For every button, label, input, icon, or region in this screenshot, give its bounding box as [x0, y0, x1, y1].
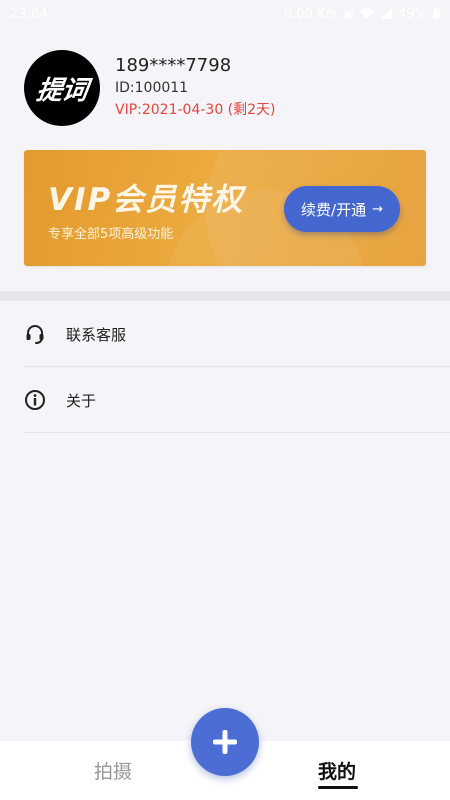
wifi-icon	[360, 8, 375, 21]
headset-icon	[24, 323, 46, 345]
section-divider	[0, 291, 450, 301]
menu-item-about[interactable]: 关于	[0, 367, 450, 433]
signal-icon	[380, 7, 393, 21]
banner-subtitle: 专享全部5项高级功能	[48, 227, 174, 242]
status-bar: 23:04 0.00 K/s ▣ 49%	[0, 0, 450, 28]
menu-item-label: 关于	[66, 391, 97, 410]
status-indicators: 0.00 K/s ▣ 49%	[284, 7, 440, 22]
user-id: ID:100011	[115, 80, 189, 96]
settings-menu: 联系客服 关于	[0, 301, 450, 433]
banner-title: VIP会员特权	[48, 182, 245, 218]
status-time: 23:04	[10, 6, 48, 22]
profile-header: 提词 189****7798 ID:100011 VIP:2021-04-30 …	[24, 48, 424, 128]
arrow-right-icon: →	[372, 201, 383, 217]
network-speed: 0.00 K/s	[283, 6, 337, 22]
profile-info: 189****7798 ID:100011 VIP:2021-04-30 (剩2…	[115, 55, 276, 121]
add-button[interactable]	[191, 708, 259, 776]
tab-shoot[interactable]: 拍摄	[70, 741, 156, 800]
info-icon	[24, 389, 46, 411]
battery-level: 49%	[398, 6, 427, 22]
tab-mine[interactable]: 我的	[294, 741, 380, 800]
user-phone: 189****7798	[115, 55, 232, 76]
plus-icon	[213, 730, 237, 754]
vip-expiry: VIP:2021-04-30 (剩2天)	[115, 102, 276, 118]
active-tab-indicator	[318, 786, 358, 789]
renew-button[interactable]: 续费/开通 →	[284, 186, 400, 232]
nfc-icon: ▣	[342, 7, 355, 21]
menu-item-label: 联系客服	[66, 325, 127, 344]
avatar[interactable]: 提词	[24, 50, 100, 126]
avatar-logo-text: 提词	[34, 75, 89, 106]
battery-icon	[433, 7, 440, 21]
menu-item-contact-support[interactable]: 联系客服	[0, 301, 450, 367]
renew-button-label: 续费/开通	[301, 200, 367, 219]
vip-banner[interactable]: VIP会员特权 专享全部5项高级功能 续费/开通 →	[24, 150, 426, 266]
